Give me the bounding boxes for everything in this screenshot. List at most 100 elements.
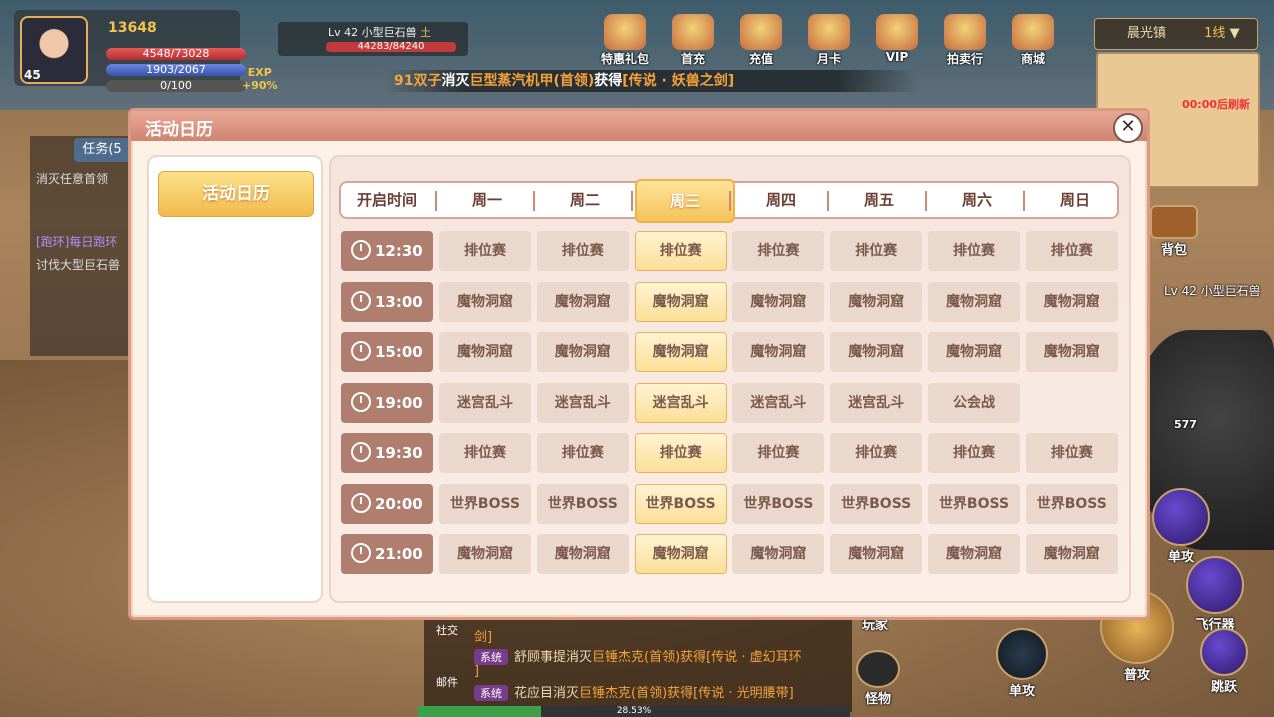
event-cell[interactable]: 迷宫乱斗 xyxy=(439,382,531,423)
event-cell[interactable]: 魔物洞窟 xyxy=(536,332,629,372)
event-cell[interactable]: 排位赛 xyxy=(1025,433,1118,473)
event-cell[interactable]: 魔物洞窟 xyxy=(732,332,825,372)
event-cell[interactable]: 迷宫乱斗 xyxy=(732,382,825,423)
sidebar-tab-activity-calendar[interactable]: 活动日历 xyxy=(158,171,314,217)
event-cell[interactable]: 迷宫乱斗 xyxy=(634,382,727,423)
event-cell[interactable]: 魔物洞窟 xyxy=(830,332,923,372)
quest-tab[interactable]: 任务(5 xyxy=(74,138,130,162)
event-cell[interactable]: 魔物洞窟 xyxy=(439,281,531,322)
single-attack-button-2[interactable]: 单攻 xyxy=(996,628,1048,699)
chat-line-0: 剑] xyxy=(474,630,493,645)
event-cell[interactable]: 魔物洞窟 xyxy=(439,332,531,372)
header-day[interactable]: 周一 xyxy=(439,183,535,217)
event-cell[interactable]: 魔物洞窟 xyxy=(536,534,629,574)
vip-button[interactable]: VIP xyxy=(870,14,924,67)
calendar-header: 开启时间 周一 周二 周三 周四 周五 周六 周日 xyxy=(339,179,1119,223)
monster-mode-button[interactable]: 怪物 xyxy=(856,650,900,707)
chat-panel[interactable]: 社交 邮件 剑] 系统 舒顾事提消灭巨锤杰克(首领)获得[传说 · 虚幻耳环 ] … xyxy=(424,612,852,712)
clock-icon xyxy=(351,341,371,361)
event-cell[interactable]: 排位赛 xyxy=(634,433,727,473)
event-cell[interactable]: 魔物洞窟 xyxy=(830,281,923,322)
target-panel[interactable]: Lv 42 小型巨石兽 土 44283/84240 xyxy=(278,22,468,56)
special-pack-button[interactable]: 特惠礼包 xyxy=(598,14,652,67)
time-slot: 12:30 xyxy=(341,231,433,271)
first-charge-button[interactable]: 首充 xyxy=(666,14,720,67)
shop-button[interactable]: 商城 xyxy=(1006,14,1060,67)
event-cell[interactable]: 排位赛 xyxy=(732,433,825,473)
event-cell[interactable]: 公会战 xyxy=(928,382,1020,423)
header-day[interactable]: 周六 xyxy=(929,183,1025,217)
event-cell[interactable]: 魔物洞窟 xyxy=(1025,281,1118,322)
dialog-titlebar: 活动日历 ✕ xyxy=(131,111,1147,143)
auction-button[interactable]: 拍卖行 xyxy=(938,14,992,67)
flyer-button[interactable]: 飞行器 xyxy=(1186,556,1244,633)
header-day[interactable]: 周四 xyxy=(733,183,829,217)
event-cell[interactable]: 排位赛 xyxy=(439,433,531,473)
event-cell[interactable]: 迷宫乱斗 xyxy=(830,382,923,423)
event-cell[interactable]: 魔物洞窟 xyxy=(634,281,727,322)
event-cell[interactable]: 排位赛 xyxy=(928,433,1020,473)
header-day[interactable]: 周五 xyxy=(831,183,927,217)
event-cell[interactable]: 排位赛 xyxy=(928,231,1020,271)
event-cell[interactable]: 魔物洞窟 xyxy=(928,281,1020,322)
event-cell[interactable]: 魔物洞窟 xyxy=(1025,534,1118,574)
event-cell[interactable]: 排位赛 xyxy=(439,231,531,271)
event-cell[interactable]: 排位赛 xyxy=(1025,231,1118,271)
header-separator xyxy=(631,191,633,211)
event-cell[interactable]: 魔物洞窟 xyxy=(536,281,629,322)
event-cell[interactable]: 世界BOSS xyxy=(732,483,825,524)
time-slot-label: 19:30 xyxy=(375,444,423,462)
event-cell[interactable]: 魔物洞窟 xyxy=(634,332,727,372)
single-attack-skill-button[interactable]: 单攻 xyxy=(1152,488,1210,565)
event-cell[interactable]: 魔物洞窟 xyxy=(732,281,825,322)
recharge-button[interactable]: 充值 xyxy=(734,14,788,67)
monthly-card-button[interactable]: 月卡 xyxy=(802,14,856,67)
event-cell[interactable]: 世界BOSS xyxy=(439,483,531,524)
event-cell[interactable]: 世界BOSS xyxy=(634,483,727,524)
bag-button[interactable]: 背包 xyxy=(1150,205,1198,258)
chat-line-1: 系统 舒顾事提消灭巨锤杰克(首领)获得[传说 · 虚幻耳环 xyxy=(474,646,802,665)
event-cell[interactable]: 魔物洞窟 xyxy=(634,534,727,574)
event-cell[interactable]: 世界BOSS xyxy=(928,483,1020,524)
event-cell[interactable]: 魔物洞窟 xyxy=(439,534,531,574)
event-cell[interactable]: 魔物洞窟 xyxy=(928,534,1020,574)
event-cell[interactable]: 魔物洞窟 xyxy=(830,534,923,574)
event-cell[interactable]: 世界BOSS xyxy=(536,483,629,524)
header-separator xyxy=(1023,191,1025,211)
event-cell[interactable]: 魔物洞窟 xyxy=(732,534,825,574)
event-cell[interactable]: 排位赛 xyxy=(732,231,825,271)
event-cell[interactable]: 世界BOSS xyxy=(830,483,923,524)
event-cell[interactable]: 世界BOSS xyxy=(1025,483,1118,524)
location-bar[interactable]: 晨光镇 1线 ▼ xyxy=(1094,18,1258,50)
header-day[interactable]: 周日 xyxy=(1027,183,1123,217)
social-button[interactable]: 社交 xyxy=(430,622,464,638)
event-cell[interactable]: 排位赛 xyxy=(536,433,629,473)
recharge-icon xyxy=(740,14,782,50)
event-cell[interactable]: 排位赛 xyxy=(830,433,923,473)
exp-label: EXP xyxy=(247,66,272,79)
top-menu-icons: 特惠礼包 首充 充值 月卡 VIP 拍卖行 商城 xyxy=(598,14,1060,67)
player-level: 45 xyxy=(24,68,41,82)
event-cell[interactable]: 魔物洞窟 xyxy=(928,332,1020,372)
calendar-panel: 开启时间 周一 周二 周三 周四 周五 周六 周日 12:30 排位赛 排位赛 排位赛 排位赛 排位赛排… xyxy=(329,155,1131,603)
dialog-sidebar: 活动日历 xyxy=(147,155,323,603)
mail-button[interactable]: 邮件 xyxy=(430,674,464,690)
event-cell[interactable]: 排位赛 xyxy=(634,231,727,271)
header-day-selected[interactable]: 周三 xyxy=(635,179,735,223)
event-cell[interactable]: 排位赛 xyxy=(536,231,629,271)
event-cell[interactable]: 排位赛 xyxy=(830,231,923,271)
header-day[interactable]: 周二 xyxy=(537,183,633,217)
jump-button[interactable]: 跳跃 xyxy=(1200,628,1248,695)
time-slot: 19:00 xyxy=(341,382,433,423)
mp-bar: 1903/2067 xyxy=(106,64,246,76)
activity-calendar-dialog: 活动日历 ✕ 活动日历 开启时间 周一 周二 周三 周四 周五 周六 周日 12:30 排位赛排… xyxy=(128,108,1150,620)
gold-amount: 13648 xyxy=(108,20,157,36)
close-button[interactable]: ✕ xyxy=(1113,113,1143,143)
header-separator xyxy=(729,191,731,211)
event-cell[interactable]: 迷宫乱斗 xyxy=(536,382,629,423)
player-status-panel[interactable]: 45 13648 4548/73028 1903/2067 0/100 xyxy=(14,10,246,92)
event-cell[interactable]: 魔物洞窟 xyxy=(1025,332,1118,372)
target-name: Lv 42 小型巨石兽 土 xyxy=(328,26,432,39)
quest-line-3: 讨伐大型巨石兽 xyxy=(36,258,121,272)
quest-panel[interactable]: 消灭任意首领 [跑环]每日跑环 讨伐大型巨石兽 xyxy=(30,136,130,356)
